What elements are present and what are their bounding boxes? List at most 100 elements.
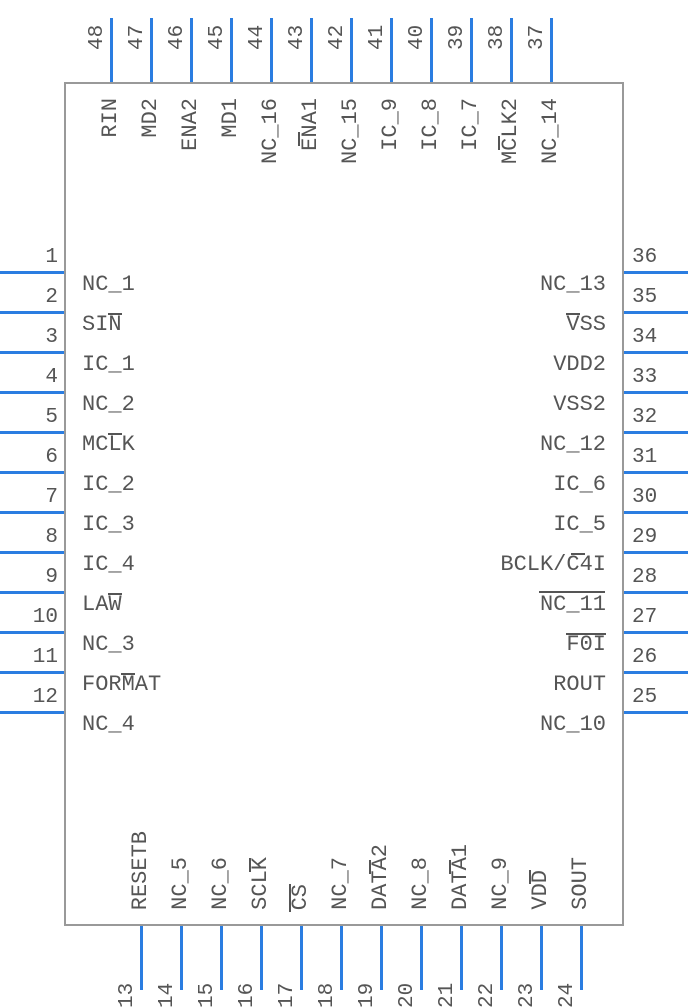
overbar (121, 673, 135, 675)
pin-label: F0I (566, 632, 606, 657)
pin-number: 26 (632, 646, 682, 669)
pin-label: VSS (566, 312, 606, 337)
pin-label: DATA2 (368, 844, 393, 910)
pin-lead (0, 631, 64, 634)
pin-number: 44 (246, 0, 269, 50)
pin-lead (300, 926, 303, 990)
pin-number: 40 (406, 0, 429, 50)
overbar (108, 593, 122, 595)
pin-lead (510, 18, 513, 82)
overbar (571, 553, 585, 555)
pin-lead (220, 926, 223, 990)
pin-label: NC_8 (408, 857, 433, 910)
pin-label: VDD2 (553, 352, 606, 377)
pin-label: NC_10 (540, 712, 606, 737)
pin-lead (310, 18, 313, 82)
pin-lead (470, 18, 473, 82)
pin-label: IC_6 (553, 472, 606, 497)
pin-number: 4 (8, 366, 58, 389)
pin-lead (190, 18, 193, 82)
pin-number: 46 (166, 0, 189, 50)
pin-lead (230, 18, 233, 82)
pin-label: NC_16 (258, 98, 283, 164)
pin-lead (0, 551, 64, 554)
pin-lead (0, 271, 64, 274)
pin-lead (0, 351, 64, 354)
overbar (498, 136, 500, 150)
pin-number: 23 (516, 958, 539, 1008)
pin-number: 2 (8, 286, 58, 309)
pin-lead (0, 711, 64, 714)
pin-number: 32 (632, 406, 682, 429)
pin-number: 27 (632, 606, 682, 629)
pin-label: SIN (82, 312, 122, 337)
pin-label: IC_3 (82, 512, 135, 537)
pin-number: 13 (116, 958, 139, 1008)
chip-body (64, 82, 624, 926)
pin-number: 5 (8, 406, 58, 429)
pin-lead (624, 631, 688, 634)
pin-lead (0, 311, 64, 314)
pin-lead (460, 926, 463, 990)
pin-label: NC_9 (488, 857, 513, 910)
pin-number: 3 (8, 326, 58, 349)
pin-lead (140, 926, 143, 990)
pin-number: 41 (366, 0, 389, 50)
pin-lead (110, 18, 113, 82)
pin-number: 42 (326, 0, 349, 50)
pin-lead (624, 311, 688, 314)
pin-number: 37 (526, 0, 549, 50)
pin-number: 30 (632, 486, 682, 509)
pin-number: 19 (356, 958, 379, 1008)
pin-number: 47 (126, 0, 149, 50)
overbar (449, 860, 451, 874)
pin-lead (624, 271, 688, 274)
pin-number: 14 (156, 958, 179, 1008)
pin-lead (540, 926, 543, 990)
pin-lead (270, 18, 273, 82)
pin-label: MCLK (82, 432, 135, 457)
pin-label: NC_3 (82, 632, 135, 657)
pin-number: 15 (196, 958, 219, 1008)
pin-label: NC_11 (540, 592, 606, 617)
pin-number: 22 (476, 958, 499, 1008)
pin-lead (500, 926, 503, 990)
pin-number: 21 (436, 958, 459, 1008)
pin-number: 11 (8, 646, 58, 669)
pin-label: IC_9 (378, 98, 403, 151)
pin-lead (624, 671, 688, 674)
pin-label: VDD (528, 870, 553, 910)
pin-label: BCLK/C4I (500, 552, 606, 577)
pin-lead (340, 926, 343, 990)
pin-label: NC_2 (82, 392, 135, 417)
pin-label: VSS2 (553, 392, 606, 417)
pin-number: 9 (8, 566, 58, 589)
pin-number: 12 (8, 686, 58, 709)
pin-label: IC_2 (82, 472, 135, 497)
pin-label: SOUT (568, 857, 593, 910)
pin-label: IC_4 (82, 552, 135, 577)
pin-label: SCLK (248, 857, 273, 910)
pin-lead (550, 18, 553, 82)
overbar (566, 313, 580, 315)
pin-lead (380, 926, 383, 990)
overbar (289, 884, 291, 912)
overbar (529, 870, 531, 884)
overbar (249, 858, 251, 872)
pin-label: MCLK2 (498, 98, 523, 164)
pin-lead (0, 391, 64, 394)
pin-number: 8 (8, 526, 58, 549)
pin-number: 43 (286, 0, 309, 50)
pin-label: IC_7 (458, 98, 483, 151)
overbar (108, 433, 122, 435)
pin-lead (624, 711, 688, 714)
pin-label: IC_5 (553, 512, 606, 537)
pin-number: 18 (316, 958, 339, 1008)
pin-lead (624, 351, 688, 354)
pin-number: 28 (632, 566, 682, 589)
pin-lead (0, 591, 64, 594)
pin-label: NC_6 (208, 857, 233, 910)
pin-number: 35 (632, 286, 682, 309)
overbar (566, 633, 606, 635)
pin-label: ENA2 (178, 98, 203, 151)
